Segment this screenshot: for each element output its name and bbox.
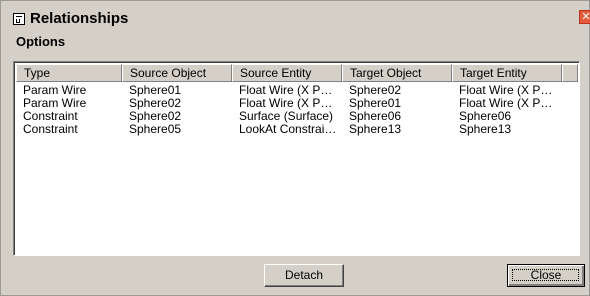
relationships-window-icon [13, 13, 25, 25]
cell-target-entity: Float Wire (X P… [459, 84, 553, 97]
cell-source-object: Sphere02 [129, 110, 182, 123]
table-row[interactable]: Constraint Sphere05 LookAt Constrai… Sph… [16, 123, 578, 136]
cell-source-entity: Float Wire (X P… [239, 84, 333, 97]
cell-type: Param Wire [23, 97, 87, 110]
column-header-filler [562, 64, 578, 82]
cell-source-object: Sphere05 [129, 123, 182, 136]
table-row[interactable]: Param Wire Sphere02 Float Wire (X P… Sph… [16, 97, 578, 110]
cell-target-object: Sphere01 [349, 97, 402, 110]
column-header-type[interactable]: Type [16, 64, 122, 82]
menu-options[interactable]: Options [16, 34, 65, 49]
cell-target-object: Sphere13 [349, 123, 402, 136]
cell-target-object: Sphere02 [349, 84, 402, 97]
list-rows: Param Wire Sphere01 Float Wire (X P… Sph… [16, 84, 578, 136]
cell-source-object: Sphere02 [129, 97, 182, 110]
cell-source-entity: Float Wire (X P… [239, 97, 333, 110]
title-bar[interactable]: Relationships ✕ [1, 1, 590, 31]
column-header-source-entity[interactable]: Source Entity [232, 64, 342, 82]
cell-source-entity: LookAt Constrai… [239, 123, 337, 136]
close-button[interactable]: Close [507, 264, 585, 287]
close-icon[interactable]: ✕ [579, 10, 590, 24]
table-row[interactable]: Constraint Sphere02 Surface (Surface) Sp… [16, 110, 578, 123]
cell-type: Constraint [23, 123, 78, 136]
detach-button[interactable]: Detach [264, 264, 344, 287]
column-header-target-object[interactable]: Target Object [342, 64, 452, 82]
column-header-source-object[interactable]: Source Object [122, 64, 232, 82]
list-header: Type Source Object Source Entity Target … [16, 64, 578, 82]
focus-rectangle [512, 269, 579, 281]
cell-target-entity: Float Wire (X P… [459, 97, 553, 110]
relationships-list[interactable]: Type Source Object Source Entity Target … [13, 61, 580, 256]
window-title: Relationships [30, 10, 129, 27]
detach-button-label: Detach [284, 268, 324, 282]
cell-target-object: Sphere06 [349, 110, 402, 123]
cell-target-entity: Sphere06 [459, 110, 512, 123]
column-header-target-entity[interactable]: Target Entity [452, 64, 562, 82]
relationships-window: Relationships ✕ Options Type Source Obje… [0, 0, 590, 296]
cell-source-object: Sphere01 [129, 84, 182, 97]
cell-type: Constraint [23, 110, 78, 123]
cell-type: Param Wire [23, 84, 87, 97]
menu-bar: Options [1, 32, 589, 52]
table-row[interactable]: Param Wire Sphere01 Float Wire (X P… Sph… [16, 84, 578, 97]
cell-source-entity: Surface (Surface) [239, 110, 334, 123]
cell-target-entity: Sphere13 [459, 123, 512, 136]
